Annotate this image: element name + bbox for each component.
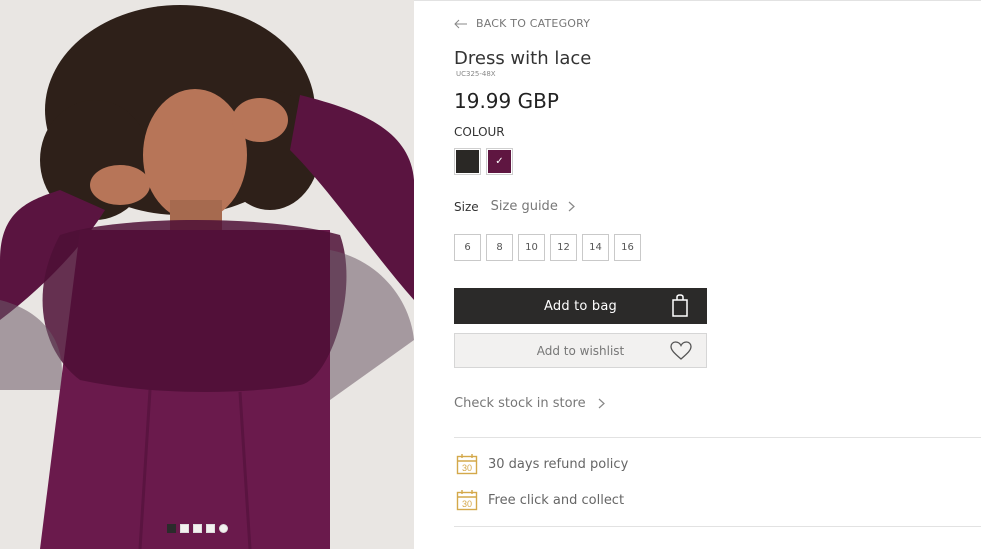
check-icon: ✓ bbox=[488, 150, 511, 173]
size-option-12[interactable]: 12 bbox=[550, 234, 577, 261]
back-to-category-link[interactable]: BACK TO CATEGORY bbox=[454, 17, 590, 30]
colour-swatch-plum[interactable]: ✓ bbox=[486, 148, 513, 175]
gallery-dot-5[interactable] bbox=[219, 524, 228, 533]
calendar-30-icon: 30 bbox=[456, 454, 478, 475]
product-title: Dress with lace bbox=[454, 48, 592, 69]
gallery-dot-2[interactable] bbox=[180, 524, 189, 533]
calendar-30-icon: 30 bbox=[456, 490, 478, 511]
product-details-panel: BACK TO CATEGORY Dress with lace UC325-4… bbox=[454, 0, 981, 549]
size-option-10[interactable]: 10 bbox=[518, 234, 545, 261]
size-guide-label: Size guide bbox=[490, 199, 558, 214]
gallery-dot-1[interactable] bbox=[167, 524, 176, 533]
add-to-wishlist-label: Add to wishlist bbox=[536, 343, 625, 358]
chevron-right-icon bbox=[598, 398, 605, 409]
divider bbox=[454, 526, 981, 527]
heart-icon bbox=[670, 341, 692, 360]
size-row: Size Size guide bbox=[454, 199, 575, 214]
colour-swatch-black[interactable] bbox=[454, 148, 481, 175]
size-option-6[interactable]: 6 bbox=[454, 234, 481, 261]
shopping-bag-icon bbox=[672, 294, 688, 317]
gallery-dot-3[interactable] bbox=[193, 524, 202, 533]
product-image[interactable] bbox=[0, 0, 414, 549]
perk-click-collect-label: Free click and collect bbox=[488, 492, 625, 508]
back-to-category-label: BACK TO CATEGORY bbox=[476, 17, 591, 30]
check-stock-link[interactable]: Check stock in store bbox=[454, 396, 605, 411]
gallery-pagination bbox=[167, 524, 228, 533]
perk-refund-label: 30 days refund policy bbox=[488, 456, 629, 472]
colour-label: COLOUR bbox=[454, 125, 505, 139]
size-option-8[interactable]: 8 bbox=[486, 234, 513, 261]
colour-swatches: ✓ bbox=[454, 148, 513, 175]
product-photo-illustration bbox=[0, 0, 414, 549]
calendar-number: 30 bbox=[462, 499, 472, 509]
add-to-wishlist-button[interactable]: Add to wishlist bbox=[454, 333, 707, 368]
add-to-bag-button[interactable]: Add to bag bbox=[454, 288, 707, 324]
arrow-left-icon bbox=[454, 19, 467, 28]
add-to-bag-label: Add to bag bbox=[544, 298, 617, 314]
colour-swatch-fill bbox=[456, 150, 479, 173]
size-option-16[interactable]: 16 bbox=[614, 234, 641, 261]
chevron-right-icon bbox=[568, 201, 575, 212]
size-options: 6 8 10 12 14 16 bbox=[454, 234, 641, 261]
check-stock-label: Check stock in store bbox=[454, 396, 586, 411]
size-guide-link[interactable]: Size guide bbox=[491, 199, 575, 214]
size-label: Size bbox=[454, 199, 479, 214]
product-price: 19.99 GBP bbox=[454, 89, 559, 113]
product-sku: UC325-48X bbox=[456, 70, 496, 78]
calendar-number: 30 bbox=[462, 463, 472, 473]
divider bbox=[454, 437, 981, 438]
size-option-14[interactable]: 14 bbox=[582, 234, 609, 261]
perk-refund: 30 30 days refund policy bbox=[456, 453, 628, 475]
perk-click-collect: 30 Free click and collect bbox=[456, 489, 624, 511]
gallery-dot-4[interactable] bbox=[206, 524, 215, 533]
